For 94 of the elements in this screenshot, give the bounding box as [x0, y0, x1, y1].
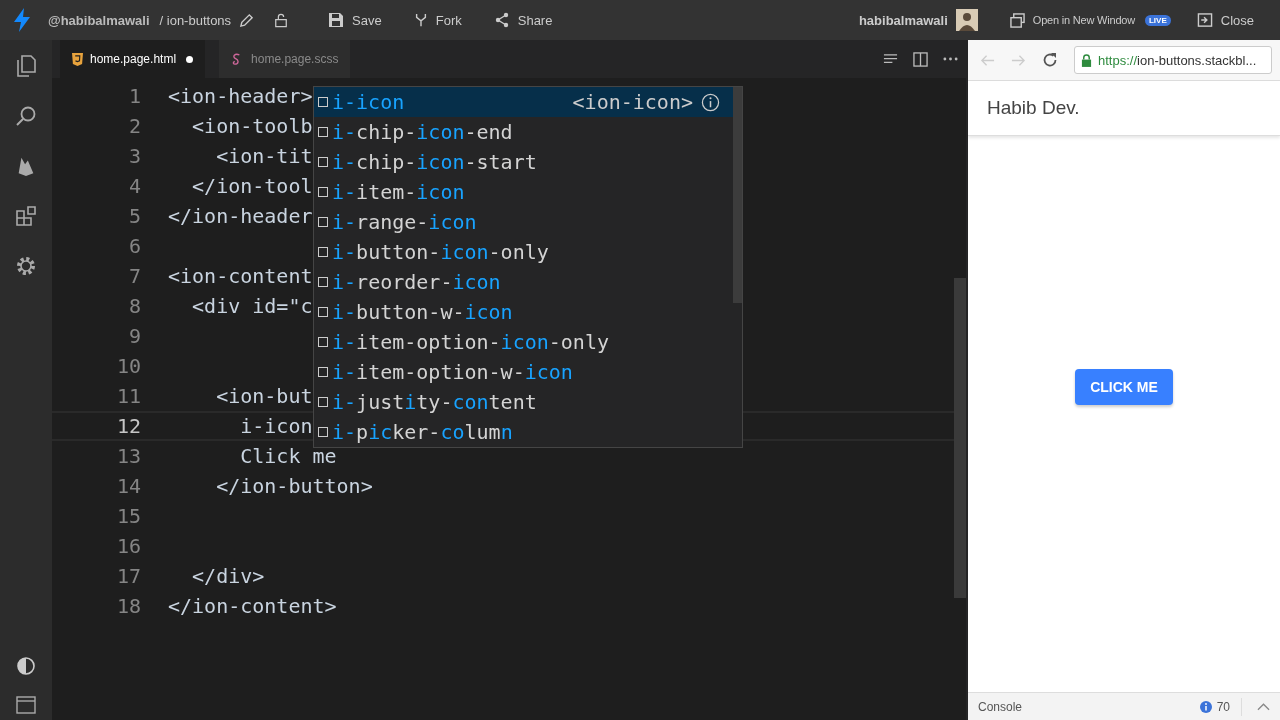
username[interactable]: @habibalmawali: [48, 12, 150, 28]
line-number: 3: [127, 144, 142, 168]
suggestion-item[interactable]: i-item-option-w-icon: [314, 357, 742, 387]
line-number: 12: [115, 414, 142, 438]
snippet-icon: [318, 187, 328, 197]
line-number: 15: [115, 504, 142, 528]
info-icon: [1199, 700, 1212, 713]
line-number: 17: [115, 564, 142, 588]
suggestion-item[interactable]: i-button-icon-only: [314, 237, 742, 267]
code-line: </ion-tool: [191, 174, 313, 198]
lightning-logo-icon: [14, 8, 30, 32]
line-number: 6: [127, 234, 142, 258]
close-button[interactable]: Close: [1184, 12, 1266, 28]
snippet-icon: [318, 397, 328, 407]
line-number: 11: [115, 384, 142, 408]
click-me-button[interactable]: CLICK ME: [1075, 369, 1173, 405]
code-line: <ion-tit: [215, 144, 313, 168]
extensions-icon[interactable]: [14, 204, 38, 228]
reload-icon[interactable]: [1042, 52, 1058, 68]
snippet-icon: [318, 217, 328, 227]
line-number: 2: [127, 114, 142, 138]
code-line: <ion-header>: [168, 84, 313, 108]
line-number: 1: [127, 84, 142, 108]
code-line: </div>: [191, 564, 265, 588]
snippet-icon: [318, 307, 328, 317]
toolbar-button[interactable]: Save: [316, 12, 394, 28]
snippet-icon: [318, 97, 328, 107]
code-line: </ion-content>: [168, 594, 337, 618]
header-title: Habib Dev.: [987, 97, 1080, 119]
snippet-icon: [318, 367, 328, 377]
avatar-icon[interactable]: [955, 9, 978, 31]
windows-icon: [1009, 12, 1025, 28]
layout-icon[interactable]: [16, 696, 36, 714]
line-number: 7: [127, 264, 142, 288]
suggestion-item[interactable]: i-reorder-icon: [314, 267, 742, 297]
info-icon[interactable]: [701, 92, 720, 112]
code-line: <ion-but: [215, 384, 313, 408]
html-file-icon: [72, 52, 83, 66]
more-icon[interactable]: [943, 57, 958, 61]
snippet-icon: [318, 157, 328, 167]
code-line: i-icon: [239, 414, 313, 438]
suggestion-item[interactable]: i-item-icon: [314, 177, 742, 207]
snippet-icon: [318, 427, 328, 437]
suggestion-item[interactable]: i-justity-content: [314, 387, 742, 417]
account-name[interactable]: habibalmawali: [858, 12, 948, 28]
snippet-icon: [318, 337, 328, 347]
snippet-icon: [318, 247, 328, 257]
exit-icon: [1196, 12, 1213, 28]
suggestion-item[interactable]: i-range-icon: [314, 207, 742, 237]
suggestion-item[interactable]: i-picker-column: [314, 417, 742, 447]
lock-icon: [1081, 53, 1092, 67]
line-number: 8: [127, 294, 142, 318]
suggestion-item[interactable]: i-chip-icon-start: [314, 147, 742, 177]
scrollbar[interactable]: [954, 278, 966, 598]
editor-tab[interactable]: home.page.scss: [219, 40, 351, 78]
line-number: 5: [127, 204, 142, 228]
files-icon[interactable]: [14, 54, 38, 78]
settings-icon[interactable]: [14, 254, 38, 278]
toolbar-button[interactable]: Share: [481, 12, 565, 28]
suggestion-item[interactable]: i-button-w-icon: [314, 297, 742, 327]
code-line: Click me: [239, 444, 337, 468]
code-line: <ion-content: [168, 264, 313, 288]
line-number: 16: [115, 534, 142, 558]
snippet-icon: [318, 127, 328, 137]
code-line: </ion-button>: [215, 474, 373, 498]
toolbar-button[interactable]: Fork: [401, 12, 474, 28]
url-field[interactable]: https://ion-buttons.stackbl...: [1074, 46, 1272, 74]
chevron-up-icon[interactable]: [1257, 702, 1270, 711]
search-icon[interactable]: [14, 104, 38, 128]
project-name[interactable]: / ion-buttons: [159, 12, 232, 28]
lock-icon[interactable]: [274, 12, 289, 28]
code-line: <div id="c: [191, 294, 313, 318]
code-line: </ion-header: [168, 204, 313, 228]
line-number: 4: [127, 174, 142, 198]
line-number: 10: [115, 354, 142, 378]
fork-icon: [413, 12, 428, 28]
line-number: 9: [127, 324, 142, 348]
suggestion-item[interactable]: i-item-option-icon-only: [314, 327, 742, 357]
popup-scrollbar[interactable]: [733, 87, 742, 303]
live-badge: LIVE: [1144, 14, 1171, 26]
open-new-window-button[interactable]: Open in New Window: [997, 12, 1137, 28]
line-number: 18: [115, 594, 142, 618]
console-label[interactable]: Console: [978, 699, 1023, 714]
line-number: 14: [115, 474, 142, 498]
share-icon: [493, 12, 510, 28]
suggestion-item[interactable]: i-chip-icon-end: [314, 117, 742, 147]
line-number: 13: [115, 444, 142, 468]
split-editor-icon[interactable]: [913, 51, 928, 67]
pencil-icon[interactable]: [239, 12, 255, 28]
message-count: 70: [1216, 699, 1230, 714]
snippet-icon: [318, 277, 328, 287]
editor-tab[interactable]: home.page.html: [60, 40, 206, 78]
contrast-icon[interactable]: [16, 656, 36, 676]
code-line: <ion-toolb: [191, 114, 313, 138]
